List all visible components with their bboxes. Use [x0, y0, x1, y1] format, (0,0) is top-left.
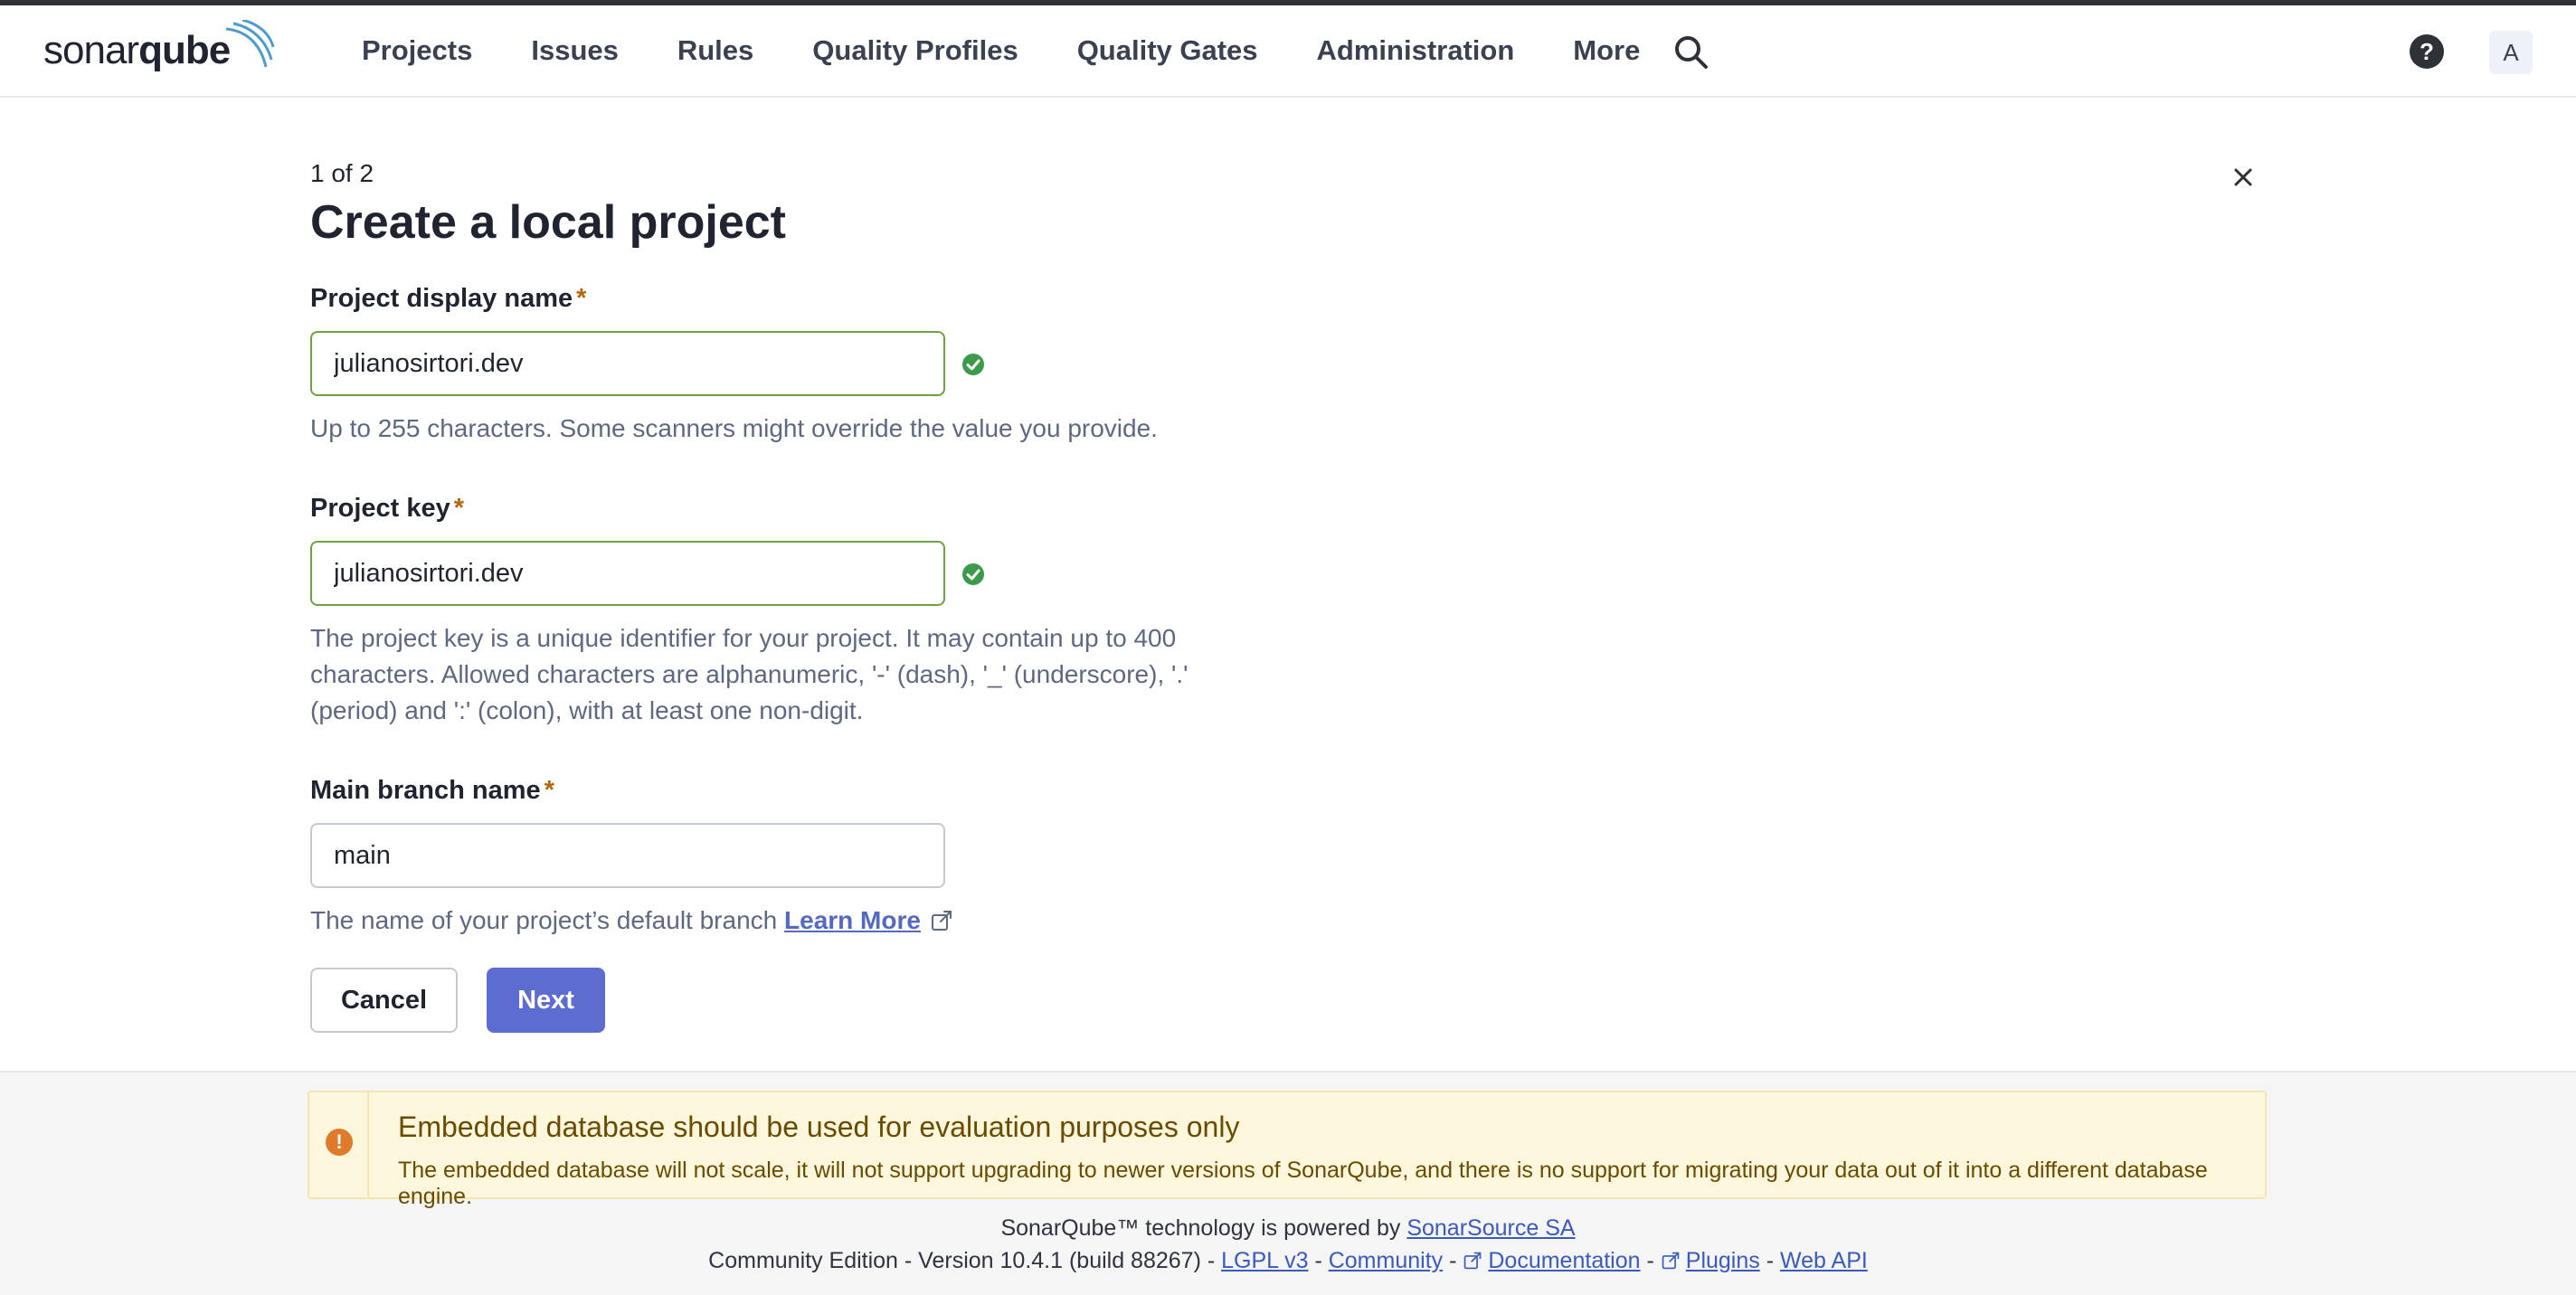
nav-projects[interactable]: Projects: [362, 34, 472, 67]
logo-text: sonarqube: [43, 28, 231, 72]
learn-more-link[interactable]: Learn More: [784, 906, 921, 934]
display-name-help: Up to 255 characters. Some scanners migh…: [310, 414, 1158, 442]
web-api-link[interactable]: Web API: [1780, 1248, 1868, 1273]
nav-quality-profiles[interactable]: Quality Profiles: [812, 34, 1018, 67]
nav-administration[interactable]: Administration: [1317, 34, 1515, 67]
project-key-input[interactable]: [310, 541, 945, 606]
project-display-name-input[interactable]: [310, 331, 945, 396]
help-icon[interactable]: ?: [2410, 34, 2444, 69]
warning-text: The embedded database will not scale, it…: [398, 1158, 2208, 1209]
cancel-button[interactable]: Cancel: [310, 968, 458, 1033]
sonarqube-logo[interactable]: sonarqube: [43, 18, 279, 83]
footer-powered-by: SonarQube™ technology is powered by Sona…: [1000, 1215, 1576, 1241]
page-title: Create a local project: [310, 196, 786, 249]
step-indicator: 1 of 2: [310, 159, 374, 187]
external-link-icon[interactable]: [930, 909, 953, 932]
external-link-icon: [1662, 1252, 1680, 1270]
check-circle-icon: [962, 354, 984, 375]
license-link[interactable]: LGPL v3: [1221, 1248, 1308, 1273]
nav-more[interactable]: More: [1573, 34, 1640, 67]
main-nav: Projects Issues Rules Quality Profiles Q…: [362, 5, 1699, 96]
nav-quality-gates[interactable]: Quality Gates: [1077, 34, 1258, 67]
page-footer: ! Embedded database should be used for e…: [0, 1071, 2576, 1295]
nav-issues[interactable]: Issues: [531, 34, 619, 67]
warning-title: Embedded database should be used for eva…: [398, 1111, 1240, 1143]
warning-icon-box: !: [309, 1092, 369, 1197]
branch-name-label: Main branch name *: [310, 776, 554, 805]
main-branch-input[interactable]: [310, 823, 945, 888]
embedded-db-warning: ! Embedded database should be used for e…: [308, 1091, 2267, 1209]
footer-links: Community Edition - Version 10.4.1 (buil…: [708, 1248, 1868, 1273]
documentation-link[interactable]: Documentation: [1463, 1248, 1641, 1273]
branch-help: The name of your project’s default branc…: [310, 903, 1251, 939]
display-name-label: Project display name *: [310, 284, 587, 313]
search-icon[interactable]: [1672, 33, 1711, 72]
external-link-icon: [1464, 1252, 1482, 1270]
logo-waves-icon: [225, 20, 275, 68]
warning-icon: !: [326, 1129, 353, 1156]
next-button[interactable]: Next: [487, 968, 605, 1033]
plugins-link[interactable]: Plugins: [1661, 1248, 1760, 1273]
sonarsource-link[interactable]: SonarSource SA: [1406, 1215, 1575, 1241]
global-navbar: sonarqube Projects Issues Rules Quality …: [0, 5, 2576, 98]
project-key-label: Project key *: [310, 494, 465, 523]
close-icon[interactable]: [2227, 161, 2259, 194]
avatar[interactable]: A: [2489, 31, 2533, 74]
community-link[interactable]: Community: [1329, 1248, 1443, 1273]
edition-text: Community Edition - Version 10.4.1 (buil…: [708, 1248, 1216, 1273]
check-circle-icon: [962, 563, 984, 585]
project-key-help: The project key is a unique identifier f…: [310, 624, 1189, 724]
nav-rules[interactable]: Rules: [677, 34, 753, 67]
